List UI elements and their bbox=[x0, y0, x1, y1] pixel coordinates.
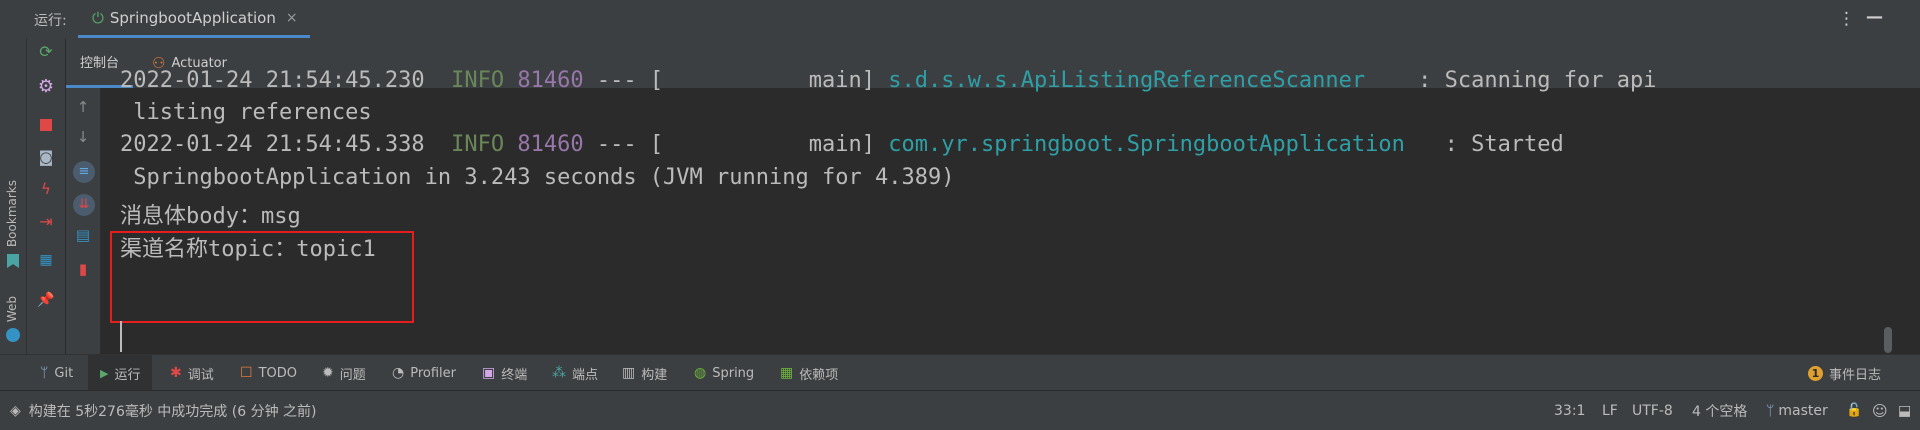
console-side-toolbar: ↑ ↓ ≡ ⇊ ▤ ▮ bbox=[66, 88, 100, 354]
layout-icon[interactable]: ▦ bbox=[27, 252, 65, 268]
run-actions-toolbar: ⟳ ⚙ ◙ ϟ ⇥ ▦ 📌 bbox=[27, 38, 65, 354]
caret-position[interactable]: 33:1 bbox=[1554, 391, 1585, 430]
output-line-body: 消息体body：msg bbox=[120, 204, 301, 229]
run-tab-title: SpringbootApplication bbox=[109, 8, 276, 27]
run-icon: ▶ bbox=[100, 366, 109, 380]
tool-debug[interactable]: ✱ 调试 bbox=[170, 355, 214, 391]
plug-icon[interactable]: ϟ bbox=[27, 180, 65, 198]
scroll-to-end-icon[interactable]: ⇊ bbox=[73, 194, 95, 216]
sync-icon[interactable]: ⬓ bbox=[1898, 391, 1911, 430]
tool-git[interactable]: ᛘ Git bbox=[40, 355, 73, 391]
highlight-box bbox=[110, 231, 414, 323]
more-options-icon[interactable]: ⋮ bbox=[1838, 9, 1855, 29]
bookmark-icon[interactable] bbox=[7, 254, 19, 268]
build-icon: ▥ bbox=[622, 365, 636, 381]
git-icon: ᛘ bbox=[40, 365, 49, 381]
tool-problems[interactable]: ✹ 问题 bbox=[322, 355, 366, 391]
stop-icon[interactable] bbox=[40, 119, 52, 131]
run-label: 运行: bbox=[34, 13, 67, 29]
endpoints-icon: ⁂ bbox=[552, 365, 566, 381]
log-line: 2022-01-24 21:54:45.230 INFO 81460 --- [… bbox=[120, 68, 1657, 93]
print-icon[interactable]: ▤ bbox=[66, 226, 100, 244]
bookmarks-label[interactable]: Bookmarks bbox=[5, 180, 19, 247]
text-cursor bbox=[120, 321, 122, 352]
git-branch[interactable]: ᛘ master bbox=[1766, 391, 1828, 430]
web-label[interactable]: Web bbox=[5, 296, 19, 322]
minimize-icon[interactable]: — bbox=[1866, 7, 1883, 27]
log-line-wrap: SpringbootApplication in 3.243 seconds (… bbox=[120, 165, 955, 190]
status-bar: ◈ 构建在 5秒276毫秒 中成功完成 (6 分钟 之前) 33:1 LF UT… bbox=[0, 390, 1920, 430]
profiler-icon: ◔ bbox=[392, 365, 405, 381]
tool-build[interactable]: ▥ 构建 bbox=[622, 355, 667, 391]
tool-dependencies[interactable]: ▦ 依赖项 bbox=[780, 355, 838, 391]
log-line: 2022-01-24 21:54:45.338 INFO 81460 --- [… bbox=[120, 132, 1564, 157]
tool-event-log[interactable]: 1 事件日志 bbox=[1808, 355, 1881, 391]
dependencies-icon: ▦ bbox=[780, 365, 794, 381]
exit-icon[interactable]: ⇥ bbox=[27, 212, 65, 231]
tool-todo[interactable]: ☐ TODO bbox=[240, 355, 297, 391]
tool-terminal[interactable]: ▣ 终端 bbox=[482, 355, 527, 391]
inspector-icon[interactable]: ☺ bbox=[1872, 391, 1888, 430]
tool-window-bar: ᛘ Git ▶ 运行 ✱ 调试 ☐ TODO ✹ 问题 ◔ Profiler ▣ 终端 ⁂ 端点… bbox=[0, 354, 1920, 391]
debug-icon: ✱ bbox=[170, 365, 182, 381]
log-line-wrap: listing references bbox=[120, 100, 372, 125]
globe-icon[interactable] bbox=[6, 328, 20, 342]
close-icon[interactable]: × bbox=[286, 10, 298, 26]
indent-setting[interactable]: 4 个空格 bbox=[1692, 391, 1747, 430]
tool-endpoints[interactable]: ⁂ 端点 bbox=[552, 355, 598, 391]
run-tool-header: 运行: ⏻ SpringbootApplication × ⋮ — bbox=[0, 0, 1920, 39]
terminal-icon: ▣ bbox=[482, 365, 496, 381]
settings-icon[interactable]: ⚙ bbox=[27, 76, 65, 97]
scroll-down-icon[interactable]: ↓ bbox=[66, 128, 100, 146]
scroll-up-icon[interactable]: ↑ bbox=[66, 98, 100, 116]
clear-all-icon[interactable]: ▮ bbox=[66, 260, 100, 278]
rerun-icon[interactable]: ⟳ bbox=[27, 42, 65, 61]
tool-spring[interactable]: ◍ Spring bbox=[694, 355, 754, 391]
event-count-badge: 1 bbox=[1808, 365, 1823, 381]
problems-icon: ✹ bbox=[322, 365, 334, 381]
branch-icon: ᛘ bbox=[1766, 402, 1775, 419]
soft-wrap-icon[interactable]: ≡ bbox=[73, 161, 95, 183]
todo-icon: ☐ bbox=[240, 365, 253, 381]
scrollbar-thumb[interactable] bbox=[1884, 327, 1892, 353]
left-tool-strip: Bookmarks Web bbox=[0, 38, 27, 354]
file-encoding[interactable]: UTF-8 bbox=[1632, 391, 1673, 430]
build-status[interactable]: ◈ 构建在 5秒276毫秒 中成功完成 (6 分钟 之前) bbox=[10, 391, 317, 430]
line-separator[interactable]: LF bbox=[1602, 391, 1618, 430]
lock-icon[interactable]: 🔓 bbox=[1846, 391, 1862, 430]
tool-profiler[interactable]: ◔ Profiler bbox=[392, 355, 456, 391]
power-icon: ⏻ bbox=[92, 8, 104, 27]
tab-springboot-application[interactable]: ⏻ SpringbootApplication × bbox=[78, 0, 310, 38]
spring-icon: ◍ bbox=[694, 365, 707, 381]
camera-icon[interactable]: ◙ bbox=[27, 148, 65, 166]
layers-icon: ◈ bbox=[10, 402, 21, 419]
tool-run[interactable]: ▶ 运行 bbox=[88, 355, 153, 391]
pin-icon[interactable]: 📌 bbox=[27, 292, 65, 308]
